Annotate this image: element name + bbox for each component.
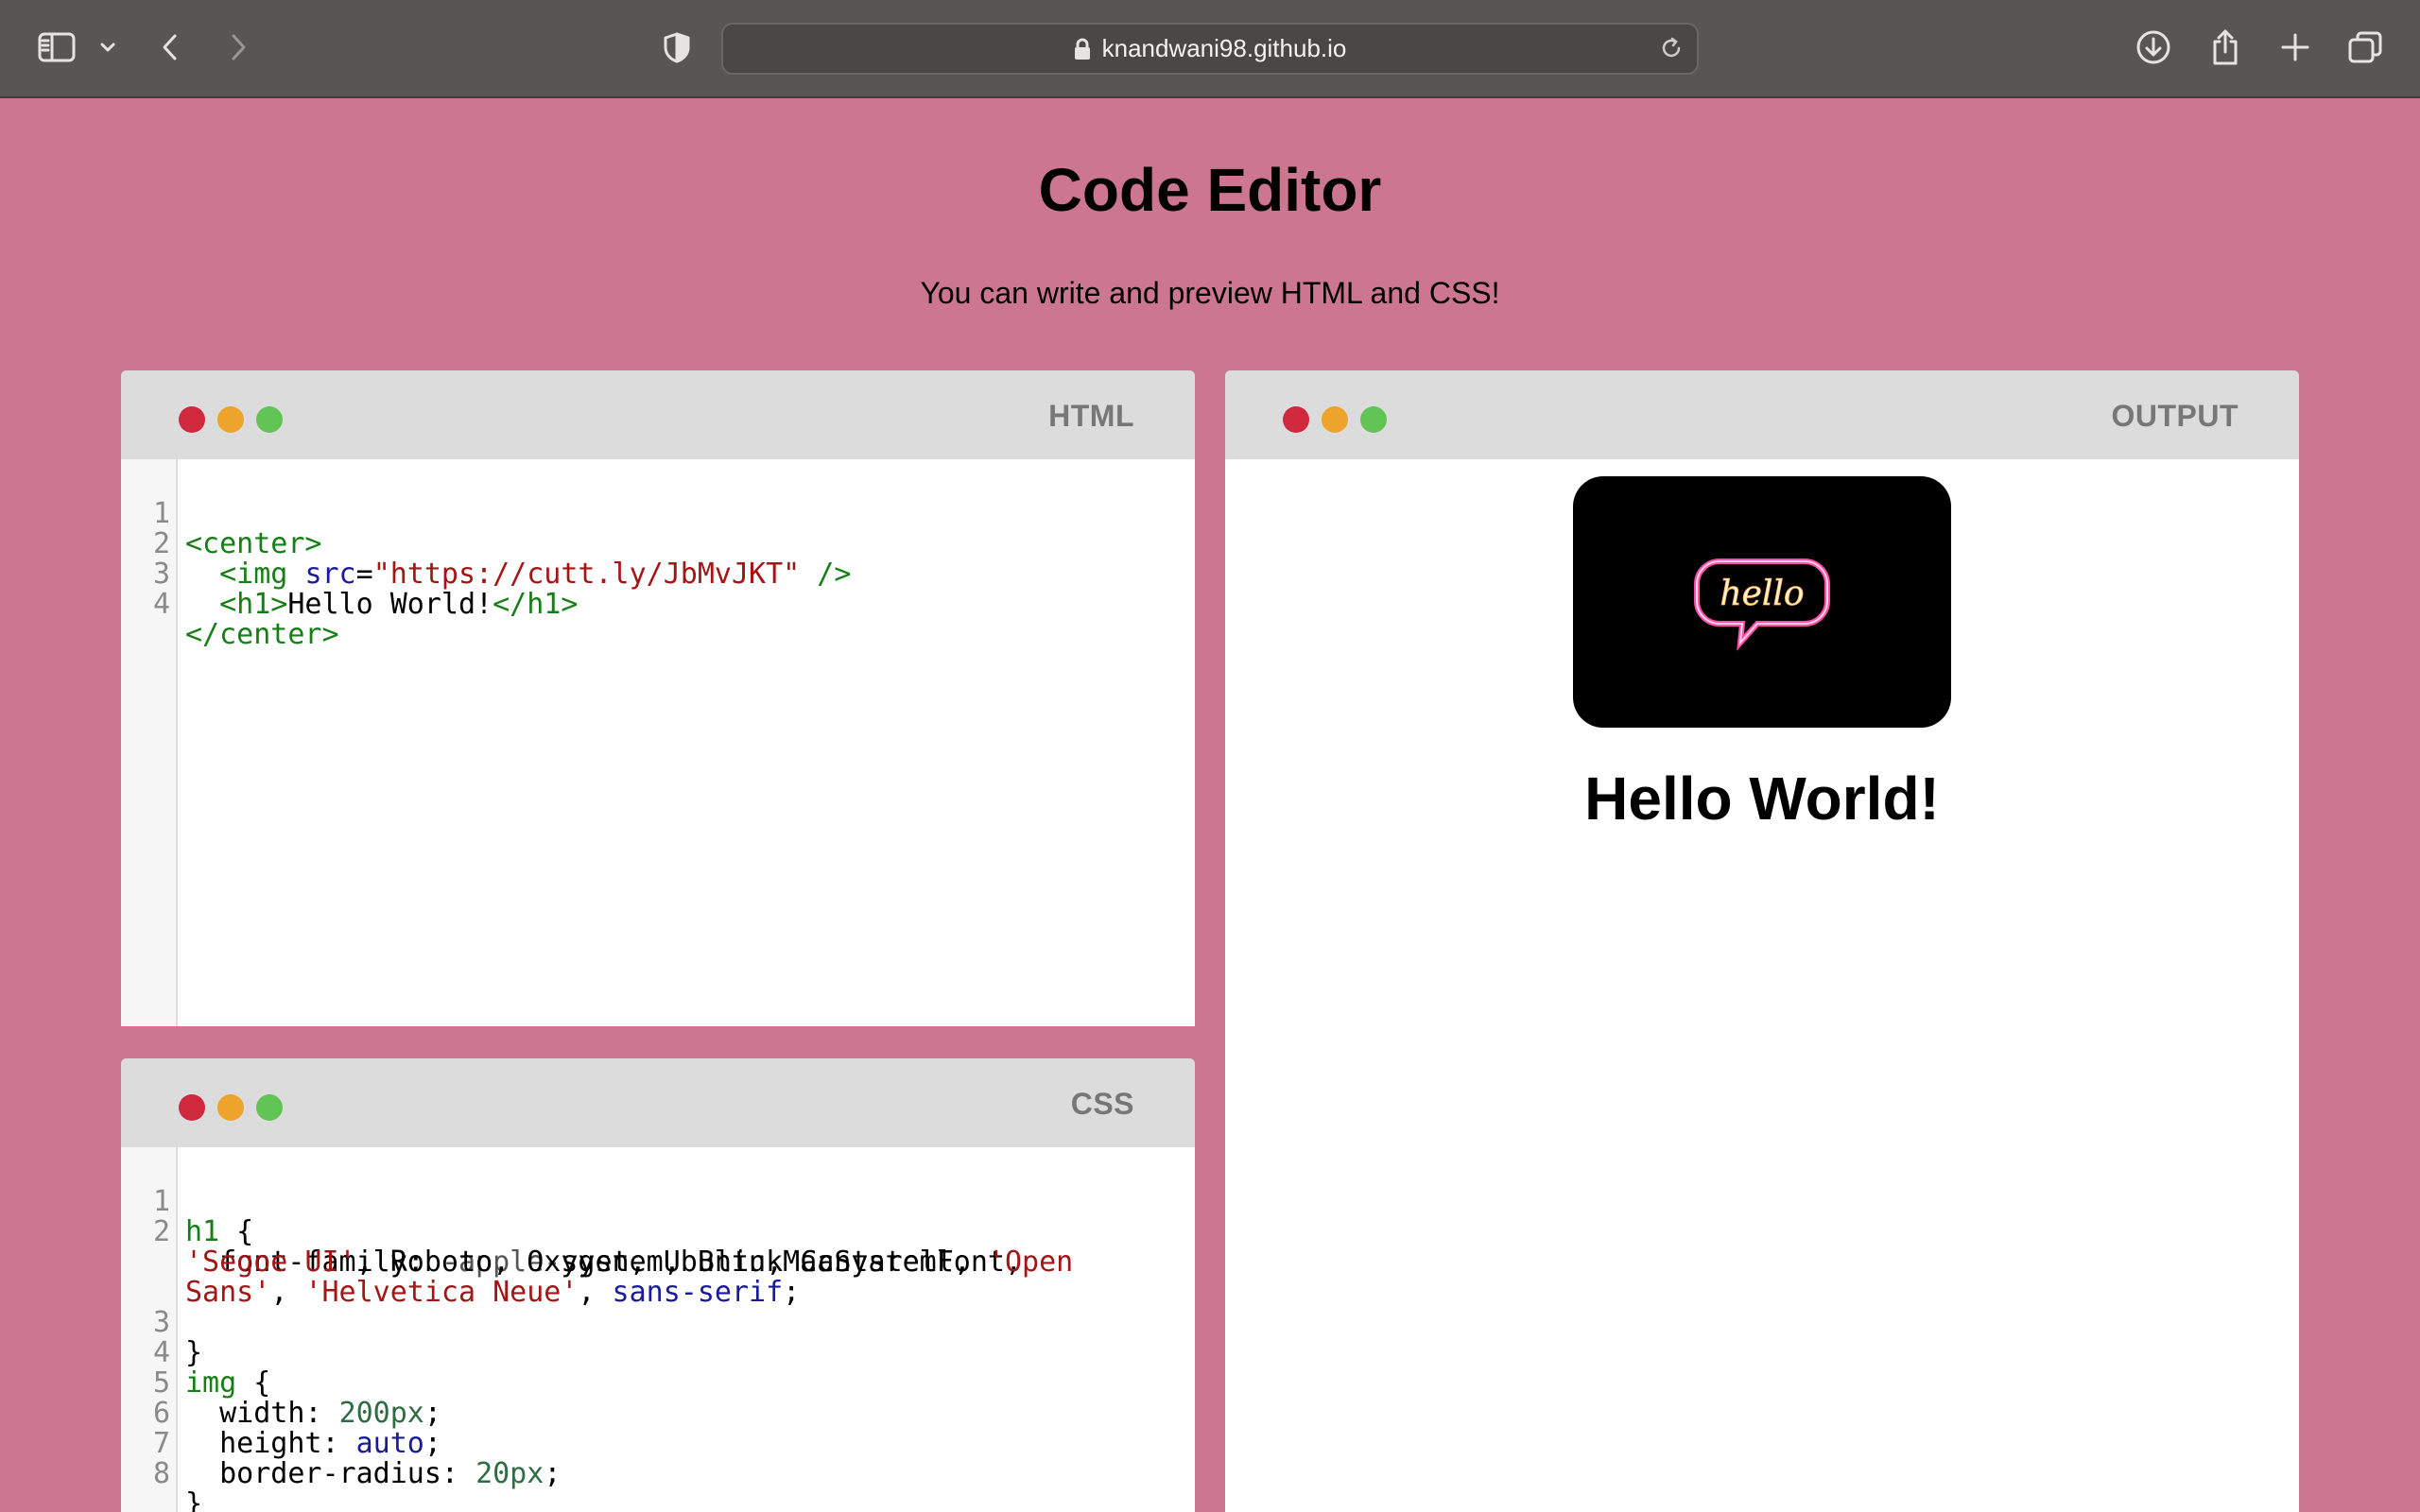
sidebar-icon[interactable] <box>38 28 76 66</box>
code-token: </center> <box>185 618 339 651</box>
close-dot-icon <box>179 1094 205 1121</box>
panel-label: CSS <box>1070 1087 1134 1121</box>
chevron-down-icon[interactable] <box>89 28 127 66</box>
image-text: hello <box>1720 575 1804 613</box>
hello-neon-image: hello <box>1573 476 1951 728</box>
url-text: knandwani98.github.io <box>1101 34 1347 62</box>
html-code-editor[interactable]: 1 <center> 2 <img src="https://cutt.ly/J… <box>121 459 1195 1026</box>
reload-icon[interactable] <box>1659 36 1684 65</box>
browser-toolbar: knandwani98.github.io <box>0 0 2420 98</box>
panel-header: HTML <box>121 370 1195 459</box>
page-subtitle: You can write and preview HTML and CSS! <box>920 276 1500 310</box>
speech-bubble-icon: hello <box>1694 558 1830 651</box>
page-title: Code Editor <box>1038 156 1382 224</box>
panel-label: OUTPUT <box>2111 399 2238 433</box>
new-tab-icon[interactable] <box>2276 28 2314 66</box>
line-number: 8 <box>152 1457 170 1490</box>
output-preview: hello Hello World! <box>1225 459 2299 1512</box>
line-number: 4 <box>152 588 170 621</box>
minimize-dot-icon <box>217 1094 244 1121</box>
maximize-dot-icon <box>256 1094 283 1121</box>
share-icon[interactable] <box>2206 28 2244 66</box>
lock-icon <box>1074 38 1091 60</box>
minimize-dot-icon <box>1322 406 1348 433</box>
address-bar[interactable]: knandwani98.github.io <box>721 23 1699 75</box>
panel-header: CSS <box>121 1058 1195 1147</box>
css-editor-panel: CSS 1 h1 { 2 font-family: -apple-system,… <box>121 1058 1195 1512</box>
privacy-shield-icon[interactable] <box>658 28 696 66</box>
tab-overview-icon[interactable] <box>2346 28 2384 66</box>
download-icon[interactable] <box>2135 28 2172 66</box>
back-icon[interactable] <box>151 28 189 66</box>
code-token: } <box>185 1487 203 1512</box>
code-line: 8 } <box>121 1429 1195 1512</box>
output-panel: OUTPUT hello Hello World! <box>1225 370 2299 1512</box>
panel-header: OUTPUT <box>1225 370 2299 459</box>
minimize-dot-icon <box>217 406 244 433</box>
code-line: 4 </center> <box>121 559 1195 680</box>
html-editor-panel: HTML 1 <center> 2 <img src="https://cutt… <box>121 370 1195 1026</box>
css-code-editor[interactable]: 1 h1 { 2 font-family: -apple-system, Bli… <box>121 1147 1195 1512</box>
output-heading: Hello World! <box>1584 765 1940 833</box>
maximize-dot-icon <box>256 406 283 433</box>
close-dot-icon <box>1283 406 1309 433</box>
panel-label: HTML <box>1048 399 1134 433</box>
maximize-dot-icon <box>1360 406 1387 433</box>
close-dot-icon <box>179 406 205 433</box>
forward-icon[interactable] <box>219 28 257 66</box>
